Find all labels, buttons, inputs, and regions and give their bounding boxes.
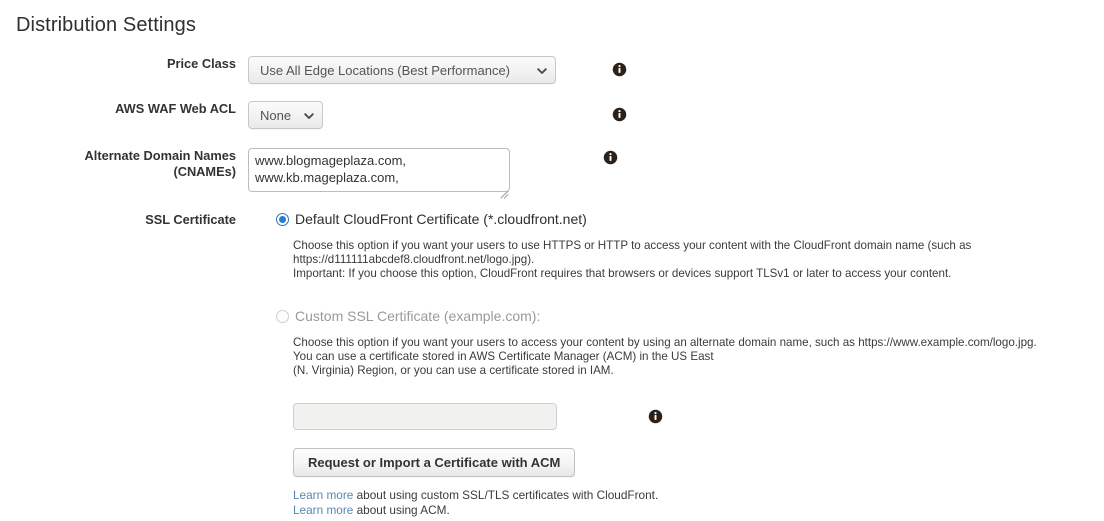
price-class-selected-value: Use All Edge Locations (Best Performance… (260, 62, 511, 78)
price-class-label: Price Class (166, 56, 236, 71)
description-line: Choose this option if you want your user… (293, 239, 972, 252)
waf-web-acl-label: AWS WAF Web ACL (115, 101, 236, 116)
alternate-domain-names-label-line1: Alternate Domain Names (84, 148, 236, 163)
waf-web-acl-selected-value: None (260, 107, 292, 123)
chevron-down-icon (537, 66, 547, 75)
description-line: https://d111111abcdef8.cloudfront.net/lo… (293, 252, 535, 266)
default-certificate-description: Choose this option if you want your user… (293, 239, 971, 280)
learn-more-custom-ssl-link[interactable]: Learn more (293, 488, 353, 502)
alternate-domain-names-field (248, 148, 510, 199)
description-line: Important: If you choose this option, Cl… (293, 266, 952, 280)
price-class-row: Price Class Use All Edge Locations (Best… (0, 56, 627, 84)
learn-more-acm-link[interactable]: Learn more (293, 503, 353, 517)
info-circle-icon[interactable] (603, 150, 618, 165)
chevron-down-icon (304, 111, 314, 120)
description-line: You can use a certificate stored in AWS … (293, 349, 714, 363)
ssl-certificate-row: SSL Certificate (0, 212, 248, 228)
info-circle-icon[interactable] (612, 107, 627, 122)
description-line: (N. Virginia) Region, or you can use a c… (293, 363, 614, 377)
cnames-textarea[interactable] (248, 148, 510, 192)
info-circle-icon[interactable] (612, 62, 627, 77)
custom-certificate-option[interactable]: Custom SSL Certificate (example.com): (276, 308, 540, 324)
waf-web-acl-field: None (248, 101, 323, 129)
request-import-certificate-button[interactable]: Request or Import a Certificate with ACM (293, 448, 576, 477)
custom-certificate-label: Custom SSL Certificate (example.com): (295, 308, 541, 324)
certificate-picker-input[interactable] (293, 403, 557, 430)
alternate-domain-names-label-line2: (CNAMEs) (173, 164, 236, 179)
custom-certificate-description: Choose this option if you want your user… (293, 336, 1037, 377)
waf-web-acl-row: AWS WAF Web ACL None (0, 101, 627, 129)
price-class-select[interactable]: Use All Edge Locations (Best Performance… (248, 56, 556, 84)
waf-web-acl-select[interactable]: None (248, 101, 323, 129)
learn-more-acm-text: about using ACM. (353, 502, 450, 517)
radio-selected-icon[interactable] (276, 213, 289, 226)
certificate-picker-row (293, 403, 663, 430)
price-class-field: Use All Edge Locations (Best Performance… (248, 56, 556, 84)
default-certificate-option[interactable]: Default CloudFront Certificate (*.cloudf… (276, 211, 587, 227)
learn-more-line: Learn more about using ACM. (293, 503, 658, 518)
cnames-textarea-wrapper (248, 148, 510, 199)
default-certificate-label: Default CloudFront Certificate (*.cloudf… (295, 211, 587, 227)
ssl-certificate-label: SSL Certificate (145, 212, 236, 227)
learn-more-links: Learn more about using custom SSL/TLS ce… (293, 488, 658, 517)
alternate-domain-names-label: Alternate Domain Names (CNAMEs) (0, 148, 248, 180)
radio-unselected-icon[interactable] (276, 310, 289, 323)
learn-more-custom-ssl-text: about using custom SSL/TLS certificates … (353, 488, 659, 502)
info-circle-icon[interactable] (648, 409, 663, 424)
learn-more-line: Learn more about using custom SSL/TLS ce… (293, 488, 658, 503)
page-title: Distribution Settings (16, 14, 196, 36)
alternate-domain-names-row: Alternate Domain Names (CNAMEs) (0, 148, 618, 199)
description-line: Choose this option if you want your user… (293, 336, 1037, 349)
